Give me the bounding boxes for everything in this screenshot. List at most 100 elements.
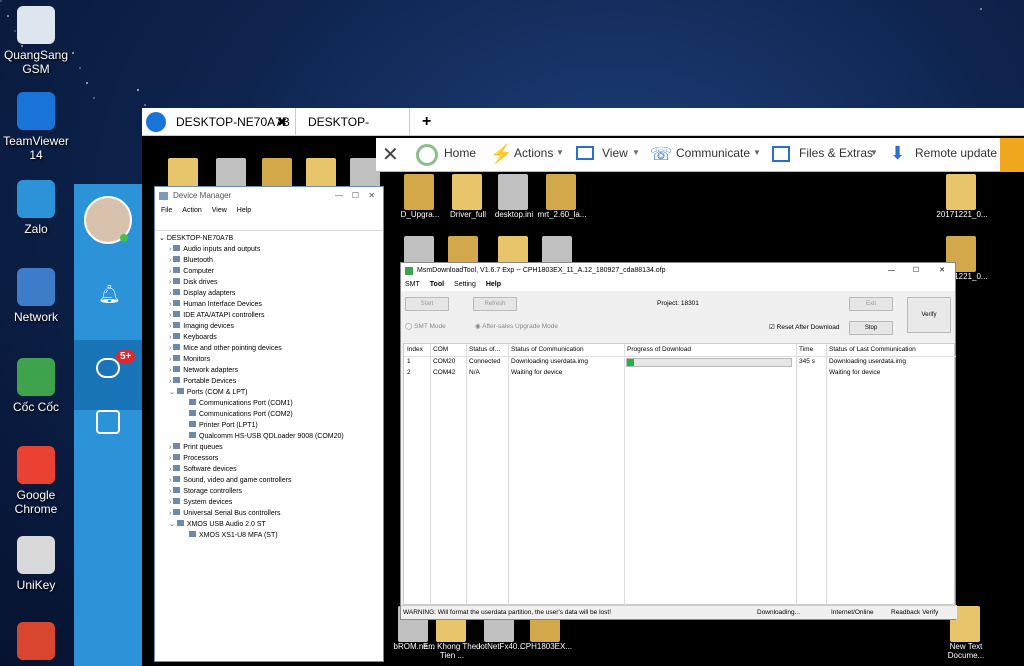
tree-item[interactable]: › Computer [159,266,379,277]
remote-file-icon[interactable] [546,174,576,210]
star [72,52,74,54]
column-header[interactable]: Status of Communication [511,346,584,353]
tree-item[interactable]: › Keyboards [159,332,379,343]
close-button[interactable]: ✕ [939,263,945,279]
view-menu[interactable]: View [602,146,628,160]
tree-item-label: XMOS XS1-U8 MFA (ST) [199,532,278,539]
tree-item[interactable]: › Network adapters [159,365,379,376]
chat-icon[interactable] [1000,138,1024,172]
after-sales-mode-radio[interactable]: ◉ After-sales Upgrade Mode [475,322,558,330]
column-header[interactable]: Status of Last Communication [829,346,916,353]
table-cell: 2 [407,369,411,376]
remote-file-icon[interactable] [452,174,482,210]
menu-item[interactable]: Tool [430,281,444,288]
home-button[interactable]: Home [444,146,476,160]
menu-item[interactable]: Setting [454,281,476,288]
bell-icon[interactable]: 🔔︎ [98,284,121,304]
desktop-shortcut[interactable]: TeamViewer 14 [0,92,72,162]
remote-file-label: 20171221_0... [936,210,988,219]
contacts-icon[interactable] [96,410,120,434]
column-header[interactable]: Time [799,346,813,353]
tree-item[interactable]: Printer Port (LPT1) [159,420,379,431]
tree-item-label: XMOS USB Audio 2.0 ST [186,521,266,528]
tree-item[interactable]: › Display adapters [159,288,379,299]
tree-root[interactable]: ⌄ DESKTOP-NE70A7B [159,233,379,244]
menu-item[interactable]: View [212,207,227,214]
stop-button[interactable]: Stop [849,321,893,335]
desktop-shortcut-label: Cốc Cốc [12,400,59,414]
column-header[interactable]: Status of... [469,346,500,353]
tree-item[interactable]: › Print queues [159,442,379,453]
tree-item-label: Disk drives [183,279,218,286]
tree-item[interactable]: Qualcomm HS-USB QDLoader 9008 (COM20) [159,431,379,442]
expand-icon[interactable]: ⌄ [169,521,177,528]
desktop-shortcut[interactable]: Cốc Cốc [0,358,72,414]
tab-desktop-1[interactable]: DESKTOP-NE70A7B ✖ [168,108,296,136]
tree-item[interactable]: › Human Interface Devices [159,299,379,310]
column-header[interactable]: Progress of Download [627,346,691,353]
column-header[interactable]: COM [433,346,448,353]
minimize-button[interactable]: — [888,263,895,279]
tree-item[interactable]: ⌄ Ports (COM & LPT) [159,387,379,398]
tree-item[interactable]: › IDE ATA/ATAPI controllers [159,310,379,321]
tree-item[interactable]: › Universal Serial Bus controllers [159,508,379,519]
tree-item[interactable]: › Portable Devices [159,376,379,387]
expand-icon[interactable]: ⌄ [169,389,177,396]
chat-icon[interactable] [96,358,120,378]
close-button[interactable]: ✕ [368,187,375,205]
window-titlebar[interactable]: Device Manager — ☐ ✕ [155,187,383,205]
smt-mode-radio[interactable]: ◯ SMT Mode [405,322,446,330]
column-header[interactable]: Index [407,346,423,353]
tab-desktop-2[interactable]: DESKTOP-OILLT7J [300,108,410,157]
tree-item[interactable]: › Processors [159,453,379,464]
teamviewer-toolbar: ✕ Home ⚡ Actions ▼ View ▼ ☏ Communicate … [376,138,1024,172]
tree-item[interactable]: › Sound, video and game controllers [159,475,379,486]
tree-item[interactable]: › Imaging devices [159,321,379,332]
menu-item[interactable]: Action [182,207,201,214]
desktop-shortcut[interactable]: Zalo [0,180,72,236]
close-icon[interactable]: ✕ [382,142,399,167]
device-manager-window: Device Manager — ☐ ✕ File Action View Help … [154,186,384,662]
tree-item[interactable]: › Storage controllers [159,486,379,497]
tab-close-icon[interactable]: ✖ [277,108,287,136]
table-cell: Waiting for device [829,369,881,376]
tree-item[interactable]: › Disk drives [159,277,379,288]
tree-item[interactable]: › Monitors [159,354,379,365]
menu-item[interactable]: Help [237,207,251,214]
start-button[interactable]: Start [405,297,449,311]
desktop-shortcut[interactable]: Google Chrome [0,446,72,516]
refresh-button[interactable]: Refresh [473,297,517,311]
column-divider [624,344,625,606]
tree-item[interactable]: › Mice and other pointing devices [159,343,379,354]
maximize-button[interactable]: ☐ [352,187,359,205]
desktop-shortcut[interactable]: Network [0,268,72,324]
window-titlebar[interactable]: MsmDownloadTool, V1.6.7 Exp -- CPH1803EX… [401,263,955,279]
remote-update-button[interactable]: Remote update [915,146,997,160]
remote-file-icon[interactable] [404,174,434,210]
exit-button[interactable]: Exit [849,297,893,311]
tree-item[interactable]: › Audio inputs and outputs [159,244,379,255]
communicate-menu[interactable]: Communicate [676,146,750,160]
tree-item[interactable]: › System devices [159,497,379,508]
menu-item[interactable]: File [161,207,172,214]
files-extras-menu[interactable]: Files & Extras [799,146,873,160]
minimize-button[interactable]: — [335,187,343,205]
desktop-shortcut[interactable]: UniKey [0,536,72,592]
tree-item[interactable]: Communications Port (COM1) [159,398,379,409]
reset-after-download-checkbox[interactable]: ☑ Reset After Download [769,323,840,331]
new-tab-button[interactable]: + [414,108,438,136]
remote-file-icon[interactable] [498,174,528,210]
verify-button[interactable]: Verify [907,297,951,333]
tree-item[interactable]: XMOS XS1-U8 MFA (ST) [159,530,379,541]
menu-item[interactable]: SMT [405,281,420,288]
desktop-shortcut[interactable]: QuangSang GSM [0,6,72,76]
tree-item[interactable]: ⌄ XMOS USB Audio 2.0 ST [159,519,379,530]
desktop-shortcut[interactable] [0,622,72,664]
maximize-button[interactable]: ☐ [913,263,919,279]
tree-item[interactable]: Communications Port (COM2) [159,409,379,420]
actions-menu[interactable]: Actions [514,146,553,160]
tree-item[interactable]: › Bluetooth [159,255,379,266]
remote-file-icon[interactable] [946,174,976,210]
tree-item[interactable]: › Software devices [159,464,379,475]
menu-item[interactable]: Help [486,281,501,288]
